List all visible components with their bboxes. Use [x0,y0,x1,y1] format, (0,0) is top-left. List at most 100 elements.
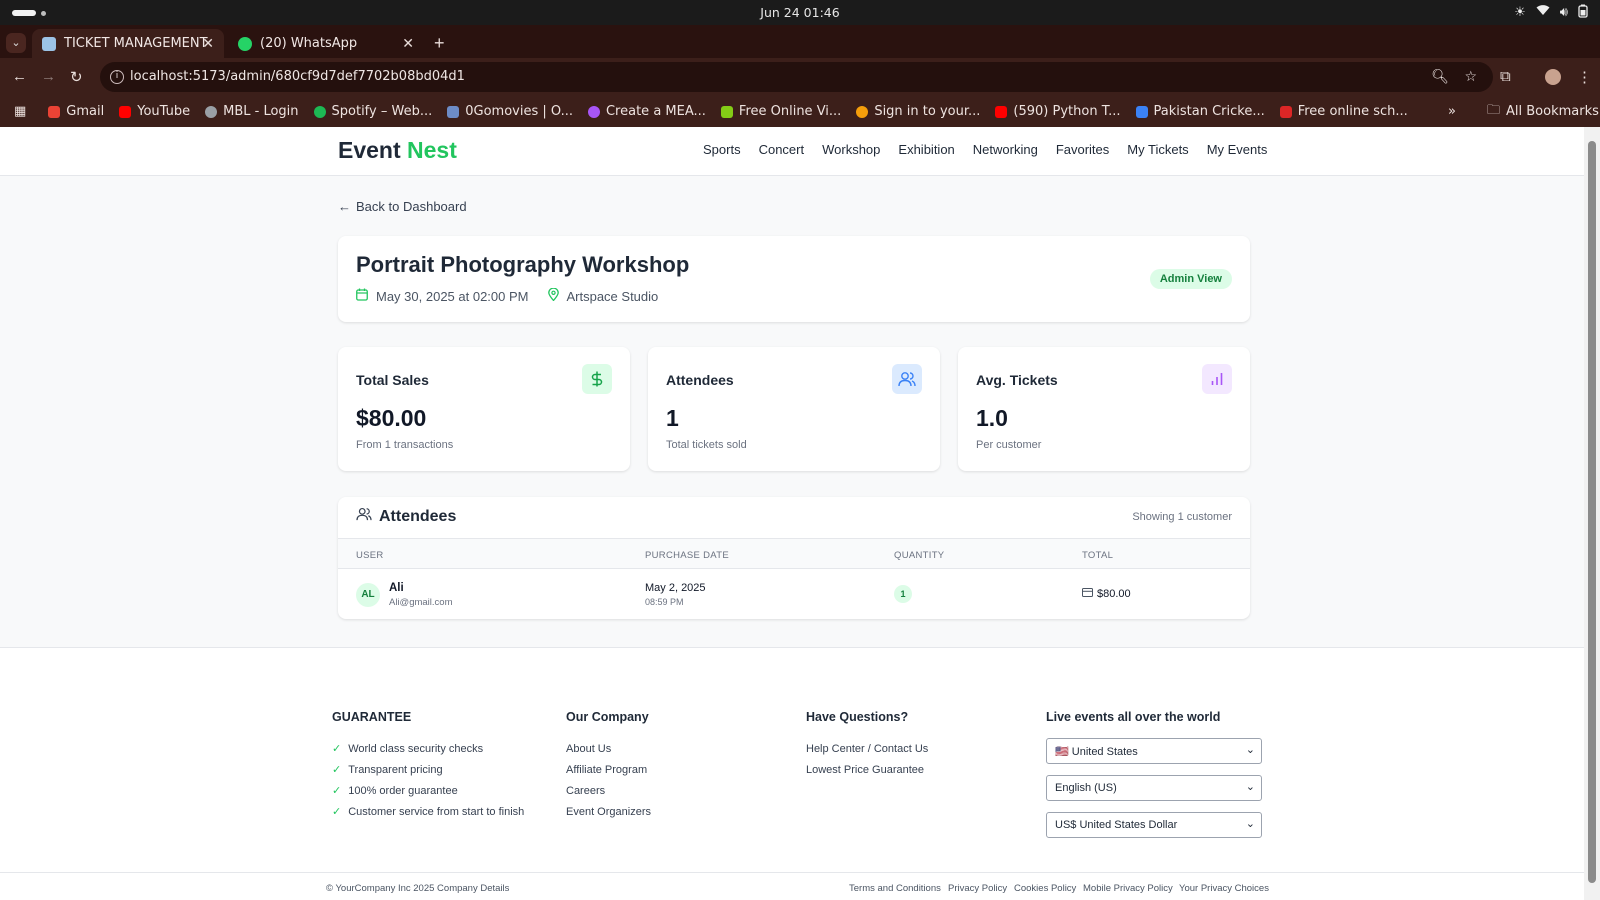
tab-whatsapp[interactable]: (20) WhatsApp ✕ [228,29,424,58]
guarantee-item: ✓ Transparent pricing [332,763,443,777]
nav-link-networking[interactable]: Networking [973,142,1038,157]
brightness-icon: ☀ [1514,4,1526,19]
footer-link-organizers[interactable]: Event Organizers [566,801,651,822]
system-tray[interactable]: ☀ 🔊︎ [1514,4,1588,21]
copyright-text: © YourCompany Inc 2025 Company Details [326,883,510,894]
guarantee-item: ✓ Customer service from start to finish [332,805,525,819]
stat-label: Avg. Tickets [976,372,1058,388]
event-title: Portrait Photography Workshop [356,252,690,277]
nav-link-concert[interactable]: Concert [759,142,805,157]
footer-heading: GUARANTEE [332,710,412,724]
column-header-purchase-date: PURCHASE DATE [645,550,729,561]
site-info-icon[interactable]: i [110,70,124,84]
footer-link-privacy[interactable]: Privacy Policy [948,883,1007,894]
bookmark-mbl-login[interactable]: MBL - Login [205,104,299,119]
guarantee-item: ✓ 100% order guarantee [332,784,458,798]
bookmark-python[interactable]: (590) Python T... [995,104,1121,119]
country-select[interactable]: 🇺🇸 United States ⌄ [1046,738,1262,764]
dollar-icon [582,364,612,394]
reload-icon[interactable]: ↻ [70,68,83,86]
bookmark-youtube[interactable]: YouTube [119,104,190,119]
apps-grid-icon[interactable]: ▦ [14,104,26,119]
stat-card-total-sales: Total Sales $80.00 From 1 transactions [338,347,630,471]
language-select[interactable]: English (US) ⌄ [1046,775,1262,801]
site-logo[interactable]: Event Nest [338,137,457,164]
row-total: $80.00 [1082,588,1131,600]
bookmark-star-icon[interactable]: ☆ [1464,62,1477,92]
bar-chart-icon [1202,364,1232,394]
footer-link-affiliate[interactable]: Affiliate Program [566,759,651,780]
address-bar[interactable]: i localhost:5173/admin/680cf9d7def7702b0… [100,62,1493,92]
zoom-icon[interactable]: 🔍︎ [1431,62,1449,92]
chevron-down-icon: ⌄ [1245,781,1255,793]
arrow-left-icon: ← [338,199,351,214]
event-header-card: Portrait Photography Workshop May 30, 20… [338,236,1250,322]
all-bookmarks-folder[interactable]: 🗀 All Bookmarks [1487,101,1599,123]
stat-subtext: Per customer [976,439,1042,451]
tab-search-button[interactable]: ⌄ [6,33,26,53]
footer-link-about[interactable]: About Us [566,738,651,759]
column-header-total: TOTAL [1082,550,1114,561]
nav-link-my-events[interactable]: My Events [1207,142,1268,157]
tab-ticket-management[interactable]: TICKET MANAGEMENT ✕ [32,29,224,58]
footer-live-events: Live events all over the world 🇺🇸 United… [1046,710,1262,849]
nav-link-favorites[interactable]: Favorites [1056,142,1109,157]
site-footer: GUARANTEE ✓ World class security checks ✓… [0,647,1584,900]
close-tab-icon[interactable]: ✕ [202,36,214,52]
event-venue: Artspace Studio [566,288,659,304]
bookmark-gmail[interactable]: Gmail [48,104,104,119]
wifi-icon [1536,4,1550,21]
table-row[interactable]: AL Ali Ali@gmail.com May 2, 2025 08:59 P… [338,569,1250,619]
footer-link-lowest-price[interactable]: Lowest Price Guarantee [806,759,928,780]
currency-select[interactable]: US$ United States Dollar ⌄ [1046,812,1262,838]
extensions-icon[interactable]: ⧉ [1500,68,1511,85]
more-bookmarks-icon[interactable]: » [1448,104,1456,119]
bookmark-spotify[interactable]: Spotify – Web... [313,104,432,119]
footer-link-careers[interactable]: Careers [566,780,651,801]
admin-view-badge: Admin View [1149,269,1232,289]
footer-link-cookies[interactable]: Cookies Policy [1014,883,1076,894]
stat-card-avg-tickets: Avg. Tickets 1.0 Per customer [958,347,1250,471]
bookmark-free-online-school[interactable]: Free online sch... [1279,104,1408,119]
bookmark-pakistan-cricket[interactable]: Pakistan Cricke... [1135,104,1265,119]
close-tab-icon[interactable]: ✕ [402,36,414,52]
forward-arrow-icon[interactable]: → [41,68,56,85]
nav-link-workshop[interactable]: Workshop [822,142,880,157]
bookmark-gomovies[interactable]: 0Gomovies | O... [447,104,573,119]
bookmark-sign-in[interactable]: Sign in to your... [856,104,980,119]
page-scrollbar[interactable] [1584,127,1600,900]
column-header-user: USER [356,550,384,561]
footer-bottom-bar: © YourCompany Inc 2025 Company Details T… [0,872,1584,900]
nav-link-sports[interactable]: Sports [703,142,741,157]
event-meta: May 30, 2025 at 02:00 PM Artspace Studio [356,287,659,304]
credit-card-icon [1082,588,1093,600]
calendar-icon [356,288,368,304]
back-arrow-icon[interactable]: ← [12,68,27,85]
bookmark-create-mea[interactable]: Create a MEA... [587,104,706,119]
profile-avatar[interactable] [1545,69,1561,85]
nav-link-exhibition[interactable]: Exhibition [898,142,954,157]
stat-label: Total Sales [356,372,429,388]
browser-chrome: ⌄ TICKET MANAGEMENT ✕ (20) WhatsApp ✕ + … [0,25,1600,127]
footer-link-help[interactable]: Help Center / Contact Us [806,738,928,759]
footer-link-terms[interactable]: Terms and Conditions [849,883,941,894]
guarantee-item: ✓ World class security checks [332,742,484,756]
avatar: AL [356,583,380,607]
footer-link-mobile-privacy[interactable]: Mobile Privacy Policy [1083,883,1173,894]
new-tab-button[interactable]: + [434,33,445,54]
stat-value: 1.0 [976,405,1008,431]
user-email: Ali@gmail.com [389,597,453,608]
footer-link-privacy-choices[interactable]: Your Privacy Choices [1179,883,1269,894]
check-icon: ✓ [332,743,342,755]
footer-heading: Have Questions? [806,710,909,724]
bookmark-free-online-video[interactable]: Free Online Vi... [720,104,841,119]
chevron-down-icon: ⌄ [1245,744,1255,756]
stat-value: 1 [666,405,679,431]
tab-title: TICKET MANAGEMENT [64,36,208,51]
back-to-dashboard-link[interactable]: ← Back to Dashboard [338,199,467,214]
scrollbar-thumb[interactable] [1588,141,1596,883]
os-clock[interactable]: Jun 24 01:46 [0,5,1600,20]
quantity-badge: 1 [894,585,912,603]
menu-kebab-icon[interactable]: ⋮ [1577,68,1592,86]
nav-link-my-tickets[interactable]: My Tickets [1127,142,1188,157]
